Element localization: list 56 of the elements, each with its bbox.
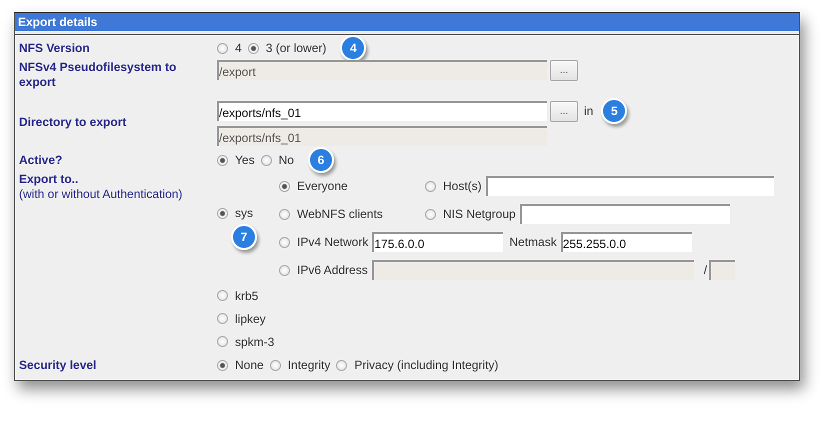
radio-button[interactable] [217,360,228,370]
option-label: Privacy (including Integrity) [354,358,498,372]
callout-badge: 7 [231,224,257,250]
field-label: Directory to export [19,114,128,130]
option-label: No [278,153,294,167]
option-label: IPv6 Address [297,263,368,277]
field-label: NFSv4 Pseudofilesystem to export [19,60,178,91]
radio-button[interactable] [425,180,436,192]
option-label: IPv4 Network [297,235,368,249]
option-label: 3 (or lower) [266,41,326,55]
option-label: Integrity [288,358,330,372]
netmask-label: Netmask [509,235,557,249]
option-label: WebNFS clients [297,207,383,221]
option-label: Yes [235,153,255,167]
option-label: Host(s) [443,179,482,193]
ip-field[interactable]: 175.6.0.0 [372,232,504,252]
radio-button[interactable] [217,290,228,301]
radio-button[interactable] [217,336,228,347]
netmask-field[interactable]: 255.255.0.0 [560,232,692,252]
in-label: in [584,104,594,118]
radio-button[interactable] [279,208,290,220]
text-field[interactable] [520,204,730,224]
field-label: NFS Version [19,40,91,56]
slash-separator: / [704,263,708,277]
option-label: NIS Netgroup [443,207,516,221]
resolved-path-field: /exports/nfs_01 [217,126,547,146]
radio-button[interactable] [279,236,290,248]
field-label: Security level [19,358,98,372]
radio-button[interactable] [336,360,348,370]
field-note: (with or without Authentication) [19,187,184,202]
option-label: 4 [235,41,242,55]
radio-button[interactable] [217,313,228,324]
radio-button[interactable] [425,208,436,220]
radio-button[interactable] [279,180,290,192]
text-field[interactable] [486,176,774,196]
option-label: lipkey [235,312,266,326]
prefix-field[interactable] [709,260,736,280]
callout-badge: 5 [601,98,628,124]
field-label: Export to.. [19,172,80,187]
radio-button[interactable] [260,154,272,166]
path-field[interactable]: /exports/nfs_01 [217,101,547,121]
callout-badge: 4 [340,35,366,61]
radio-button[interactable] [217,208,228,218]
panel-title: Export details [15,13,799,34]
option-label: spkm-3 [235,334,274,348]
radio-button[interactable] [270,360,281,370]
option-label: Everyone [297,179,348,193]
radio-button[interactable] [217,42,228,54]
callout-badge: 6 [308,147,334,173]
browse-button[interactable]: ... [550,100,578,122]
option-label: sys [235,206,253,220]
radio-button[interactable] [217,154,228,166]
radio-button[interactable] [248,42,259,54]
option-label: krb5 [235,288,258,302]
option-label: None [235,358,264,372]
field-label: Active? [19,152,64,168]
